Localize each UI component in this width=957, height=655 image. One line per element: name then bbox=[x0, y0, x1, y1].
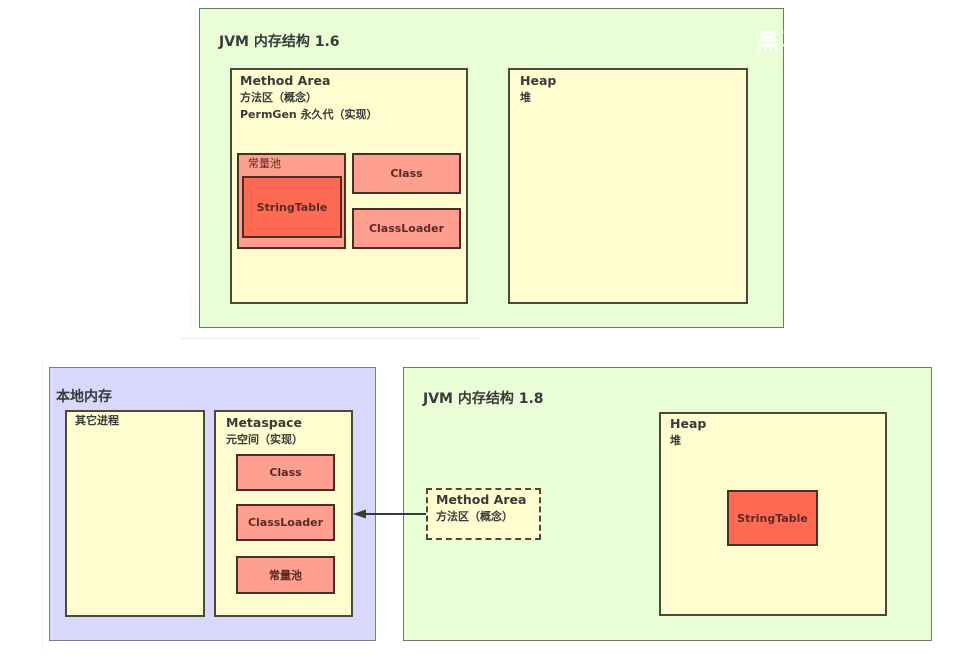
method-area-subtitle: 方法区（概念） bbox=[240, 91, 317, 104]
jvm16-heap: Heap 堆 bbox=[508, 68, 748, 304]
native-memory-title: 本地内存 bbox=[56, 389, 112, 405]
watermark-logo: 黑马程序员 bbox=[757, 30, 878, 55]
jvm16-panel: JVM 内存结构 1.6 Method Area 方法区（概念） PermGen… bbox=[199, 8, 784, 328]
heap-title: Heap bbox=[520, 73, 557, 88]
jvm18-method-area: Method Area 方法区（概念） bbox=[426, 488, 541, 540]
jvm16-title: JVM 内存结构 1.6 bbox=[219, 34, 340, 50]
metaspace-title: Metaspace bbox=[226, 415, 303, 430]
jvm18-title: JVM 内存结构 1.8 bbox=[423, 391, 544, 407]
native-memory-panel: 本地内存 其它进程 Metaspace 元空间（实现） Class ClassL… bbox=[49, 367, 376, 641]
background-gridline bbox=[190, 290, 191, 330]
jvm18-heap: Heap 堆 StringTable bbox=[659, 412, 887, 616]
class-box: Class bbox=[352, 153, 461, 194]
jvm18-method-area-subtitle: 方法区（概念） bbox=[436, 510, 513, 523]
constant-pool-label: 常量池 bbox=[248, 157, 281, 170]
method-area-to-metaspace-arrow bbox=[353, 509, 426, 519]
string-table-box: StringTable bbox=[242, 176, 342, 238]
background-gridline bbox=[180, 338, 480, 339]
metaspace-constant-pool-box: 常量池 bbox=[236, 556, 335, 594]
constant-pool: 常量池 StringTable bbox=[237, 153, 346, 249]
permgen-label: PermGen 永久代（实现） bbox=[240, 108, 378, 121]
jvm18-heap-title: Heap bbox=[670, 416, 707, 431]
metaspace-subtitle: 元空间（实现） bbox=[226, 433, 303, 446]
other-processes-label: 其它进程 bbox=[75, 414, 119, 427]
other-processes-box: 其它进程 bbox=[65, 410, 205, 617]
metaspace-class-box: Class bbox=[236, 454, 335, 491]
jvm18-heap-subtitle: 堆 bbox=[670, 434, 681, 447]
jvm18-panel: JVM 内存结构 1.8 Method Area 方法区（概念） Heap 堆 … bbox=[403, 367, 932, 641]
metaspace-box: Metaspace 元空间（实现） Class ClassLoader 常量池 bbox=[214, 410, 353, 617]
heap-subtitle: 堆 bbox=[520, 91, 531, 104]
background-gridline bbox=[42, 360, 43, 650]
arrow-head-icon bbox=[353, 509, 366, 519]
method-area-title: Method Area bbox=[240, 73, 331, 88]
metaspace-classloader-box: ClassLoader bbox=[236, 504, 335, 541]
jvm18-method-area-title: Method Area bbox=[436, 492, 527, 507]
jvm18-string-table-box: StringTable bbox=[727, 490, 818, 546]
jvm16-method-area: Method Area 方法区（概念） PermGen 永久代（实现） 常量池 … bbox=[230, 68, 468, 304]
classloader-box: ClassLoader bbox=[352, 208, 461, 249]
